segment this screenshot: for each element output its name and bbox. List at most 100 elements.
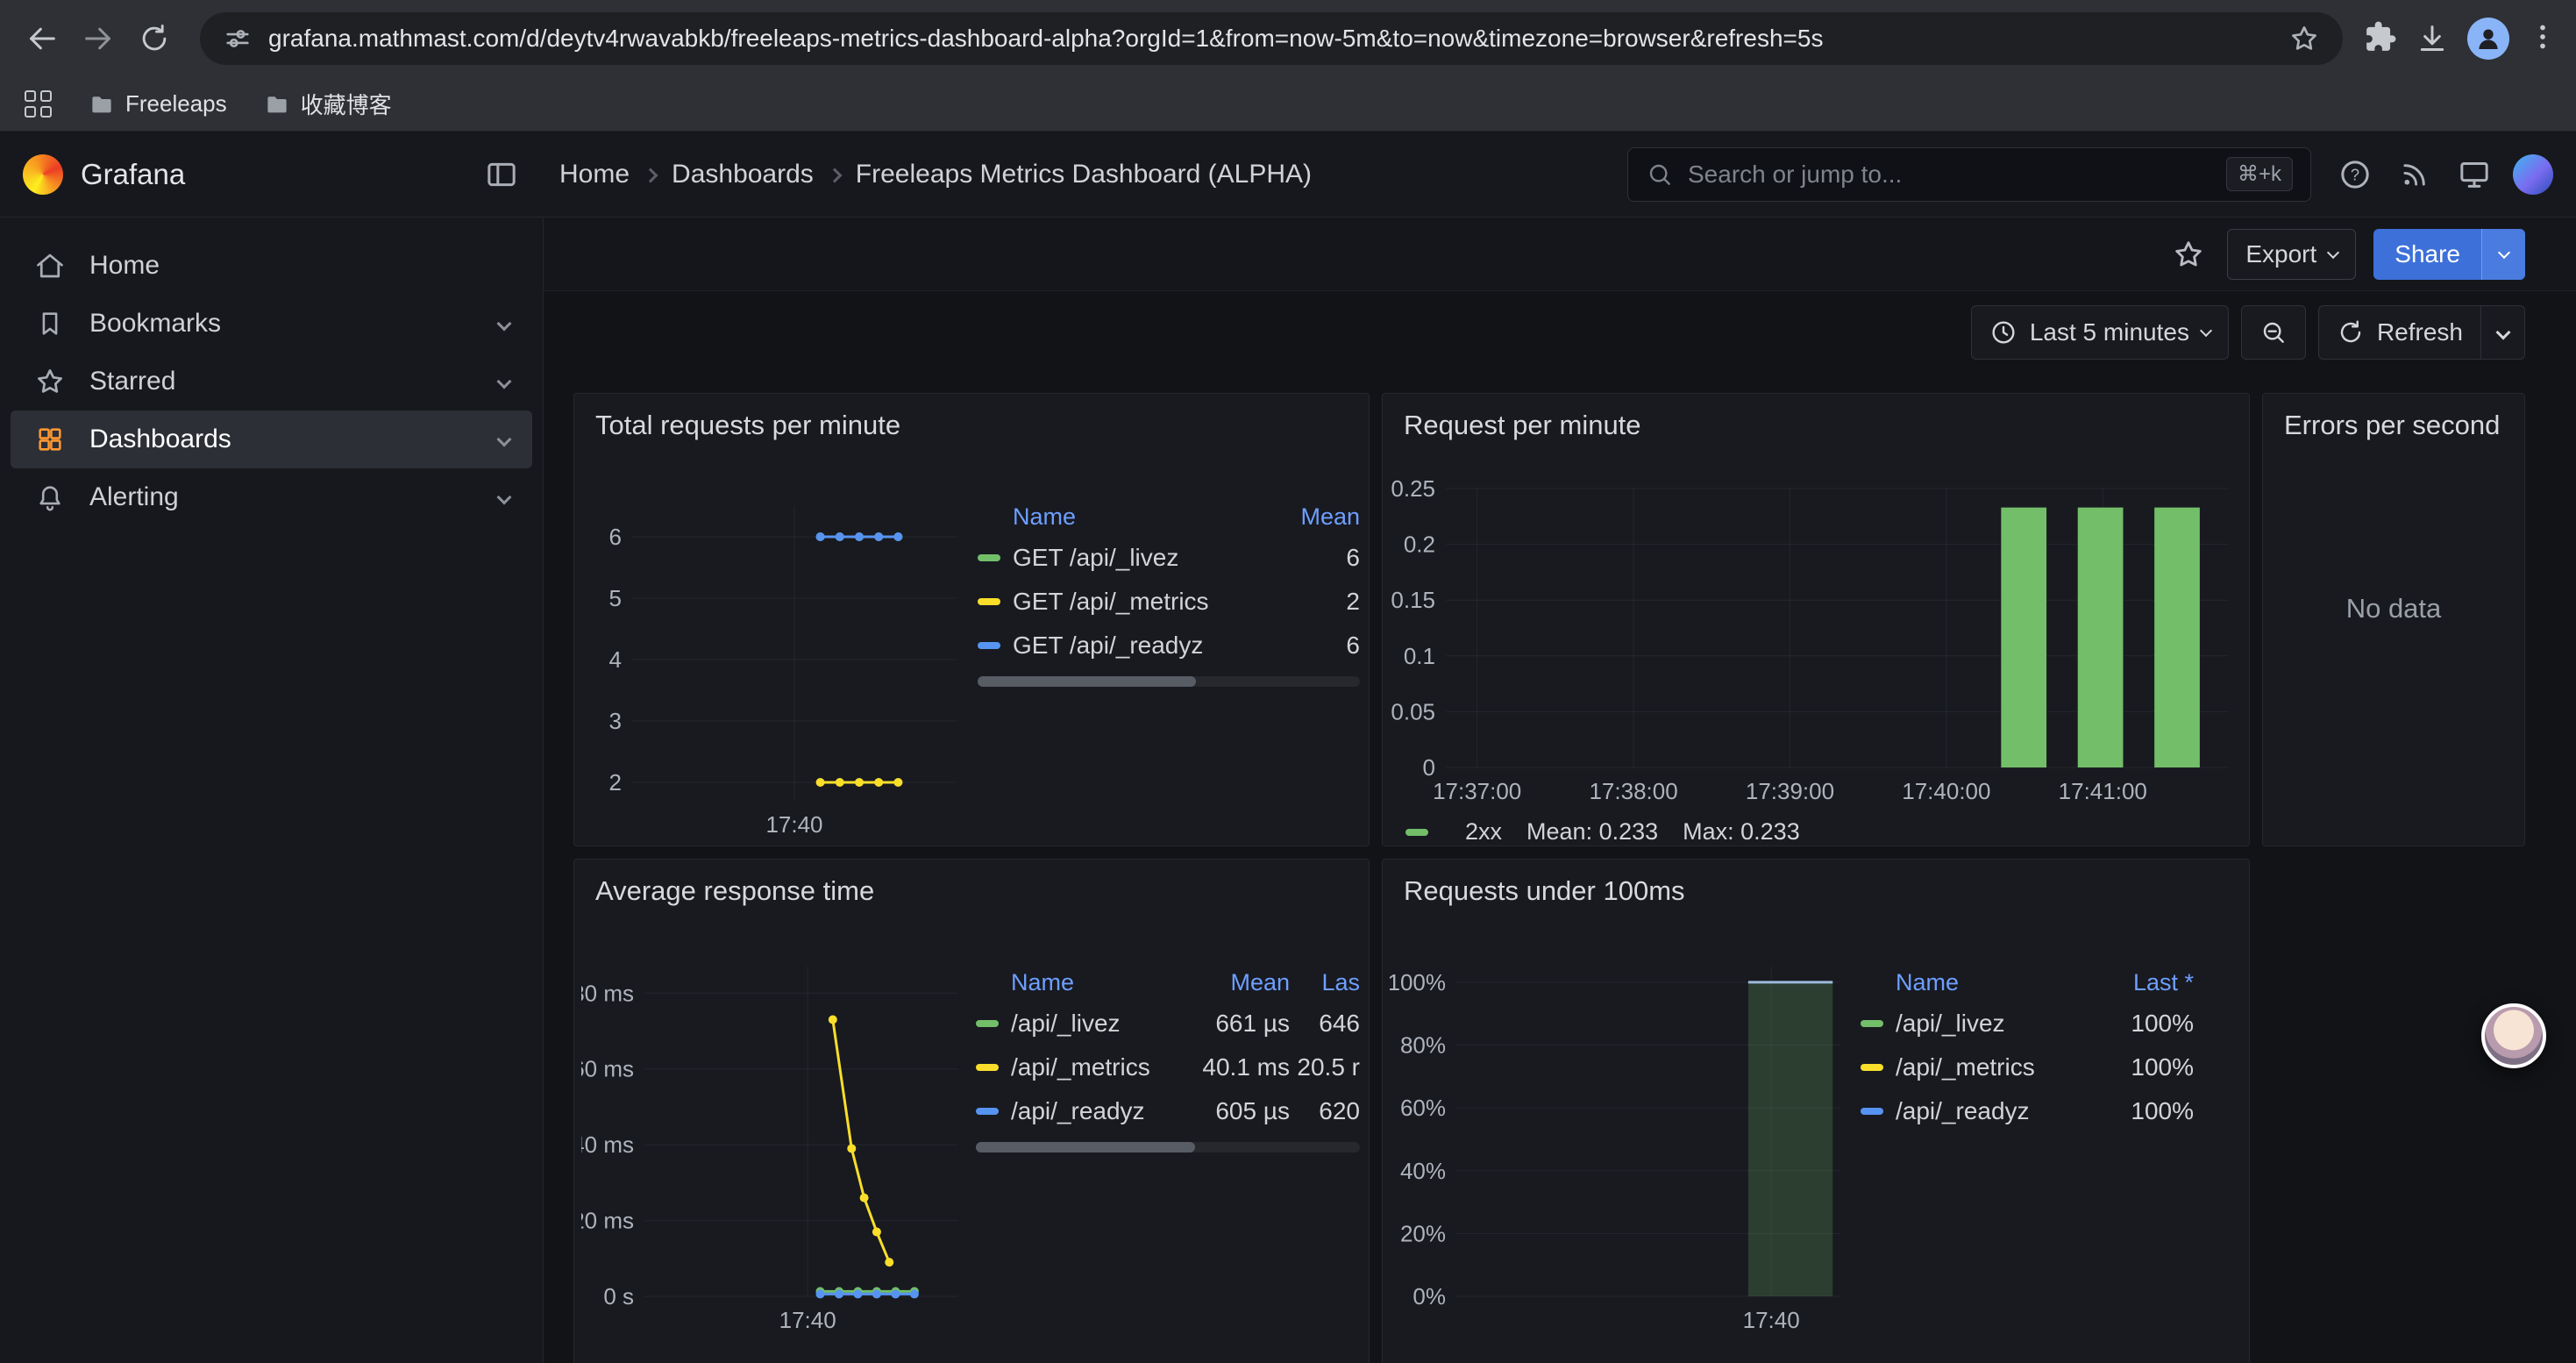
sidebar-item-alerting[interactable]: Alerting xyxy=(11,468,532,526)
collapse-sidebar-icon[interactable] xyxy=(484,157,519,192)
legend-col-mean[interactable]: Mean xyxy=(1272,503,1360,531)
reload-button[interactable] xyxy=(130,14,179,63)
browser-menu-icon[interactable] xyxy=(2527,21,2558,57)
legend-col-name[interactable]: Name xyxy=(1861,969,2097,996)
chevron-down-icon[interactable] xyxy=(497,375,512,389)
legend-row[interactable]: /api/_livez 661 µs 646 xyxy=(976,1002,1360,1045)
bookmark-label: Freeleaps xyxy=(125,90,227,118)
forward-button[interactable] xyxy=(74,14,123,63)
svg-text:40%: 40% xyxy=(1400,1158,1446,1184)
breadcrumb-dashboards[interactable]: Dashboards xyxy=(672,160,814,189)
share-menu-caret[interactable] xyxy=(2481,229,2525,280)
extensions-icon[interactable] xyxy=(2364,20,2397,58)
search-shortcut: ⌘+k xyxy=(2226,157,2293,191)
share-button[interactable]: Share xyxy=(2373,229,2525,280)
svg-text:5: 5 xyxy=(609,585,622,611)
series-name[interactable]: 2xx xyxy=(1465,818,1502,846)
total-requests-chart: 6543217:40 xyxy=(581,475,964,841)
export-button[interactable]: Export xyxy=(2227,229,2356,280)
svg-text:20 ms: 20 ms xyxy=(581,1208,634,1234)
url-text[interactable]: grafana.mathmast.com/d/deytv4rwavabkb/fr… xyxy=(268,25,2273,53)
panel-average-response-time[interactable]: Average response time 80 ms60 ms40 ms20 … xyxy=(573,859,1370,1363)
legend-row[interactable]: /api/_metrics 40.1 ms 20.5 r xyxy=(976,1045,1360,1089)
svg-text:17:37:00: 17:37:00 xyxy=(1433,778,1521,804)
svg-text:6: 6 xyxy=(609,524,622,550)
legend-scrollbar[interactable] xyxy=(976,1142,1360,1152)
sidebar-item-dashboards[interactable]: Dashboards xyxy=(11,410,532,468)
legend-row[interactable]: /api/_livez 100% xyxy=(1861,1002,2194,1045)
legend-row[interactable]: /api/_readyz 605 µs 620 xyxy=(976,1089,1360,1133)
panel-title[interactable]: Request per minute xyxy=(1383,394,2249,441)
user-avatar[interactable] xyxy=(2513,154,2553,195)
bookmark-folder-blogs[interactable]: 收藏博客 xyxy=(250,82,406,125)
legend-col-last[interactable]: Las xyxy=(1290,969,1360,996)
svg-text:0.25: 0.25 xyxy=(1391,475,1435,502)
refresh-interval-caret[interactable] xyxy=(2480,306,2524,359)
apps-grid-icon[interactable] xyxy=(25,90,52,118)
series-last: 100% xyxy=(2097,1097,2194,1125)
url-bar[interactable]: grafana.mathmast.com/d/deytv4rwavabkb/fr… xyxy=(200,12,2343,65)
chevron-down-icon xyxy=(2327,246,2339,258)
help-icon[interactable]: ? xyxy=(2334,153,2376,196)
series-swatch-green xyxy=(1861,1020,1883,1027)
sidebar: Home Bookmarks Starred Dashboards xyxy=(0,218,544,1363)
panel-title[interactable]: Total requests per minute xyxy=(574,394,1369,441)
avg-response-chart: 80 ms60 ms40 ms20 ms0 s17:40 xyxy=(581,940,964,1352)
panel-requests-under-100ms[interactable]: Requests under 100ms 100%80%60%40%20%0%1… xyxy=(1382,859,2250,1363)
series-name: GET /api/_livez xyxy=(1013,544,1272,572)
kiosk-monitor-icon[interactable] xyxy=(2453,153,2495,196)
home-icon xyxy=(33,249,67,282)
legend-col-name[interactable]: Name xyxy=(976,969,1176,996)
legend-row[interactable]: /api/_metrics 100% xyxy=(1861,1045,2194,1089)
grafana-logo[interactable] xyxy=(23,154,63,195)
zoom-out-button[interactable] xyxy=(2241,305,2306,360)
downloads-icon[interactable] xyxy=(2415,21,2450,56)
news-rss-icon[interactable] xyxy=(2394,153,2436,196)
scrollbar-thumb[interactable] xyxy=(978,676,1196,687)
legend-col-name[interactable]: Name xyxy=(978,503,1272,531)
legend-col-mean[interactable]: Mean xyxy=(1176,969,1290,996)
legend-row[interactable]: GET /api/_metrics 2 xyxy=(978,580,1360,624)
panel-total-requests-per-minute[interactable]: Total requests per minute 6543217:40 Nam… xyxy=(573,393,1370,846)
scrollbar-thumb[interactable] xyxy=(976,1142,1195,1152)
svg-text:0.15: 0.15 xyxy=(1391,587,1435,613)
panel-title[interactable]: Average response time xyxy=(574,860,1369,907)
legend-row[interactable]: /api/_readyz 100% xyxy=(1861,1089,2194,1133)
floating-assistant-avatar[interactable] xyxy=(2481,1003,2546,1068)
svg-text:17:40: 17:40 xyxy=(1743,1307,1800,1333)
chevron-down-icon[interactable] xyxy=(497,432,512,447)
back-button[interactable] xyxy=(18,14,67,63)
favorite-star-icon[interactable] xyxy=(2167,233,2210,275)
legend-scrollbar[interactable] xyxy=(978,676,1360,687)
time-toolbar: Last 5 minutes Refresh xyxy=(544,291,2576,374)
sidebar-item-home[interactable]: Home xyxy=(11,237,532,295)
series-last: 100% xyxy=(2097,1010,2194,1038)
profile-avatar[interactable] xyxy=(2467,18,2509,60)
panel-errors-per-second[interactable]: Errors per second No data xyxy=(2262,393,2525,846)
breadcrumb-home[interactable]: Home xyxy=(559,160,630,189)
chevron-down-icon[interactable] xyxy=(497,317,512,332)
sidebar-item-starred[interactable]: Starred xyxy=(11,353,532,410)
breadcrumb-separator xyxy=(644,168,658,182)
breadcrumb-current[interactable]: Freeleaps Metrics Dashboard (ALPHA) xyxy=(856,160,1312,189)
bookmark-folder-freeleaps[interactable]: Freeleaps xyxy=(75,85,241,123)
legend-row[interactable]: GET /api/_livez 6 xyxy=(978,536,1360,580)
legend-row[interactable]: GET /api/_readyz 6 xyxy=(978,624,1360,667)
panel-request-per-minute[interactable]: Request per minute 0.250.20.150.10.05017… xyxy=(1382,393,2250,846)
search-box[interactable]: ⌘+k xyxy=(1627,147,2311,202)
legend-col-last[interactable]: Last * xyxy=(2097,969,2194,996)
refresh-button[interactable]: Refresh xyxy=(2318,305,2525,360)
time-range-picker[interactable]: Last 5 minutes xyxy=(1971,305,2229,360)
panel-title[interactable]: Errors per second xyxy=(2263,394,2524,441)
series-mean: 2 xyxy=(1272,588,1360,616)
chevron-down-icon[interactable] xyxy=(497,490,512,505)
series-mean: 6 xyxy=(1272,632,1360,660)
sidebar-item-bookmarks[interactable]: Bookmarks xyxy=(11,295,532,353)
search-input[interactable] xyxy=(1688,161,2212,189)
panel-title[interactable]: Requests under 100ms xyxy=(1383,860,2249,907)
bookmark-star-icon[interactable] xyxy=(2288,23,2320,54)
svg-text:40 ms: 40 ms xyxy=(581,1131,634,1158)
svg-text:17:39:00: 17:39:00 xyxy=(1746,778,1834,804)
site-settings-icon[interactable] xyxy=(223,24,253,54)
series-swatch-yellow xyxy=(1861,1064,1883,1071)
